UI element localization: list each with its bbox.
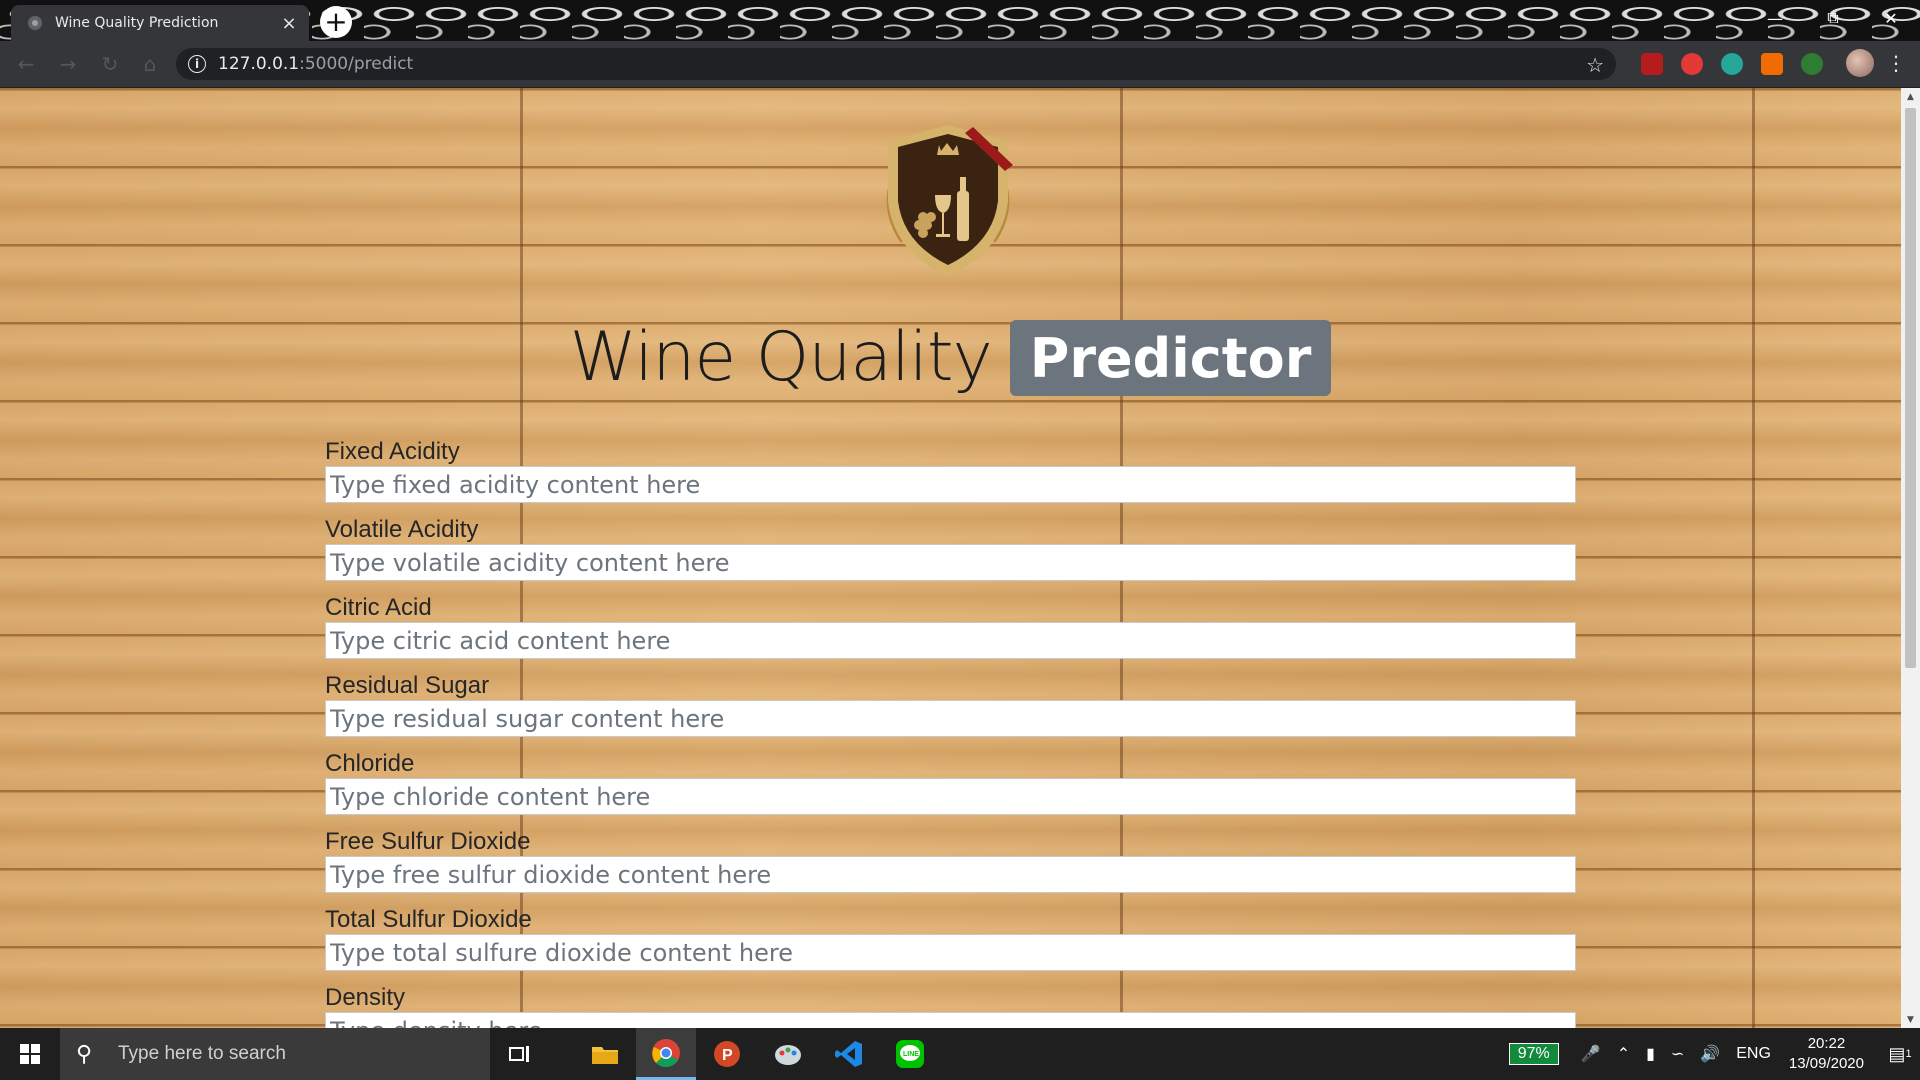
reload-icon[interactable]: ↻ — [98, 52, 122, 76]
forward-arrow-icon[interactable]: → — [56, 52, 80, 76]
vscode-icon[interactable] — [819, 1028, 879, 1080]
residual-sugar-field: Residual Sugar — [325, 672, 1576, 750]
wine-shield-logo — [886, 125, 1013, 277]
notification-center-icon[interactable]: ▤ 1 — [1880, 1044, 1920, 1065]
page-heading: Wine Quality Predictor — [0, 318, 1901, 397]
browser-tab[interactable]: Wine Quality Prediction × — [11, 5, 309, 41]
wifi-icon[interactable]: ∽ — [1671, 1044, 1684, 1064]
battery-percentage[interactable]: 97% — [1508, 1043, 1559, 1065]
windows-taskbar: ⚲ Type here to search P LINE 97% 🎤 ⌃ ▮ ∽… — [0, 1028, 1920, 1080]
url-host: 127.0.0.1 — [218, 54, 300, 74]
free-sulfur-dioxide-input[interactable] — [325, 856, 1576, 893]
scroll-thumb[interactable] — [1905, 108, 1916, 668]
paint-icon[interactable] — [758, 1028, 818, 1080]
free-sulfur-dioxide-label: Free Sulfur Dioxide — [325, 828, 531, 855]
fixed-acidity-field: Fixed Acidity — [325, 438, 1576, 516]
new-tab-button[interactable]: + — [320, 6, 352, 38]
microphone-icon[interactable]: 🎤 — [1581, 1044, 1601, 1064]
shield-extension-icon[interactable] — [1681, 53, 1703, 75]
chevron-up-icon[interactable]: ⌃ — [1617, 1044, 1630, 1064]
citric-acid-field: Citric Acid — [325, 594, 1576, 672]
scroll-down-icon[interactable]: ▼ — [1901, 1011, 1920, 1028]
clock-date: 13/09/2020 — [1788, 1055, 1864, 1072]
page-viewport: Wine Quality Predictor Fixed Acidity Vol… — [0, 88, 1901, 1028]
prediction-form: Fixed Acidity Volatile Acidity Citric Ac… — [325, 438, 1576, 1028]
svg-text:LINE: LINE — [903, 1051, 919, 1058]
clock-time: 20:22 — [1807, 1035, 1846, 1052]
window-controls: — ⧉ ✕ — [1746, 0, 1920, 36]
file-explorer-icon[interactable] — [575, 1028, 635, 1080]
battery-icon[interactable]: ▮ — [1646, 1044, 1655, 1064]
bookmark-star-icon[interactable]: ☆ — [1586, 53, 1604, 77]
fixed-acidity-label: Fixed Acidity — [325, 438, 460, 465]
restore-icon[interactable]: ⧉ — [1804, 0, 1862, 36]
menu-dots-icon[interactable]: ⋮ — [1886, 51, 1906, 75]
residual-sugar-label: Residual Sugar — [325, 672, 490, 699]
minimize-icon[interactable]: — — [1746, 0, 1804, 36]
extension-green-icon[interactable] — [1801, 53, 1823, 75]
volatile-acidity-field: Volatile Acidity — [325, 516, 1576, 594]
address-bar[interactable]: i 127.0.0.1:5000/predict ☆ — [176, 48, 1616, 80]
scroll-up-icon[interactable]: ▲ — [1901, 88, 1920, 105]
notification-count: 1 — [1905, 1048, 1912, 1060]
svg-text:P: P — [722, 1047, 733, 1064]
globe-icon — [28, 16, 42, 30]
density-field: Density — [325, 984, 1576, 1028]
fixed-acidity-input[interactable] — [325, 466, 1576, 503]
site-info-icon[interactable]: i — [188, 55, 206, 73]
back-arrow-icon[interactable]: ← — [14, 52, 38, 76]
acrobat-extension-icon[interactable] — [1641, 53, 1663, 75]
extension-teal-icon[interactable] — [1721, 53, 1743, 75]
density-input[interactable] — [325, 1012, 1576, 1028]
close-window-icon[interactable]: ✕ — [1862, 0, 1920, 36]
browser-toolbar: ← → ↻ ⌂ i 127.0.0.1:5000/predict ☆ ⋮ — [0, 41, 1920, 88]
citric-acid-input[interactable] — [325, 622, 1576, 659]
density-label: Density — [325, 984, 406, 1011]
page-title: Wine Quality — [569, 318, 993, 397]
extension-orange-icon[interactable] — [1761, 53, 1783, 75]
total-sulfur-dioxide-label: Total Sulfur Dioxide — [325, 906, 532, 933]
chloride-field: Chloride — [325, 750, 1576, 828]
profile-avatar[interactable] — [1846, 49, 1874, 77]
free-sulfur-dioxide-field: Free Sulfur Dioxide — [325, 828, 1576, 906]
language-indicator[interactable]: ENG — [1736, 1045, 1771, 1063]
line-app-icon[interactable]: LINE — [880, 1028, 940, 1080]
total-sulfur-dioxide-field: Total Sulfur Dioxide — [325, 906, 1576, 984]
search-icon: ⚲ — [76, 1041, 93, 1066]
volatile-acidity-label: Volatile Acidity — [325, 516, 479, 543]
chloride-label: Chloride — [325, 750, 415, 777]
browser-tab-strip: Wine Quality Prediction × + — ⧉ ✕ — [0, 0, 1920, 41]
chrome-icon[interactable] — [636, 1028, 696, 1080]
url-path: :5000/predict — [299, 54, 414, 74]
home-icon[interactable]: ⌂ — [138, 52, 162, 76]
volume-icon[interactable]: 🔊 — [1700, 1044, 1720, 1064]
tab-title: Wine Quality Prediction — [55, 15, 219, 31]
wood-seam — [1752, 88, 1755, 1028]
system-tray: 97% 🎤 ⌃ ▮ ∽ 🔊 ENG 20:22 13/09/2020 ▤ 1 — [1508, 1028, 1920, 1080]
vertical-scrollbar[interactable]: ▲ ▼ — [1901, 88, 1920, 1028]
taskbar-search[interactable]: ⚲ Type here to search — [60, 1028, 490, 1080]
tab-close-icon[interactable]: × — [277, 11, 301, 35]
chloride-input[interactable] — [325, 778, 1576, 815]
citric-acid-label: Citric Acid — [325, 594, 432, 621]
residual-sugar-input[interactable] — [325, 700, 1576, 737]
volatile-acidity-input[interactable] — [325, 544, 1576, 581]
windows-start-icon[interactable] — [0, 1028, 60, 1080]
search-placeholder: Type here to search — [118, 1043, 286, 1064]
task-view-icon[interactable] — [490, 1028, 550, 1080]
total-sulfur-dioxide-input[interactable] — [325, 934, 1576, 971]
powerpoint-icon[interactable]: P — [697, 1028, 757, 1080]
clock[interactable]: 20:22 13/09/2020 — [1789, 1034, 1864, 1074]
predictor-badge: Predictor — [1009, 319, 1332, 396]
